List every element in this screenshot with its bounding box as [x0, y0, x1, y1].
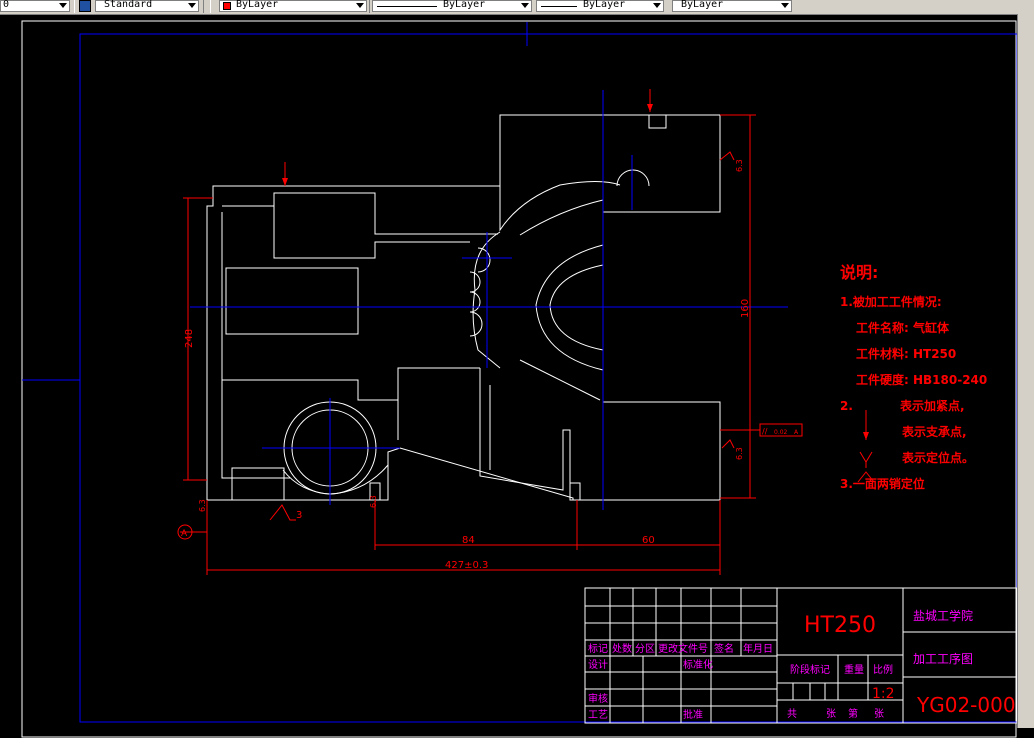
value-dropdown[interactable]: 0: [0, 0, 70, 12]
tb-gengai: 更改文件号: [658, 642, 708, 655]
tb-qianming: 签名: [714, 642, 734, 655]
chevron-down-icon[interactable]: [653, 3, 661, 8]
material-label: HT250: [804, 613, 876, 638]
dim-427: 427±0.3: [445, 560, 488, 571]
tb-bili: 比例: [873, 663, 893, 676]
note-line-2: 工件名称: 气缸体: [856, 320, 950, 335]
color-swatch-icon: [223, 2, 231, 10]
drawing-canvas[interactable]: 248 160 84 60 427±0.3 6.3 6.3 6.3 6.3 A …: [0, 14, 1017, 738]
arrowheads: [282, 104, 869, 440]
datum-label: A: [181, 529, 188, 539]
text-style-group: Standard: [74, 0, 204, 13]
dim-84: 84: [462, 535, 475, 546]
count-label: 3: [296, 510, 302, 521]
linetype-text: ByLayer: [443, 0, 486, 10]
tb-nianyueri: 年月日: [743, 642, 773, 655]
tb-fenqu: 分区: [635, 643, 655, 655]
dim-160: 160: [740, 299, 751, 318]
roughness-2: 6.3: [735, 447, 744, 460]
drawing-number-label: YG02-0001: [916, 693, 1017, 717]
tb-biaoji: 标记: [588, 643, 608, 655]
tb-zhongliang: 重量: [844, 663, 864, 676]
text-style-dropdown[interactable]: Standard: [95, 0, 199, 12]
drawing-name-label: 加工工序图: [913, 651, 973, 666]
plotstyle-dropdown[interactable]: ByLayer: [672, 0, 792, 12]
tb-biaozhunhua: 标准化: [683, 658, 713, 671]
tb-zhang: 张: [826, 708, 836, 720]
roughness-1: 6.3: [735, 159, 744, 172]
note-line-5-num: 2.: [840, 399, 853, 413]
note-line-1: 1.被加工工件情况:: [840, 294, 942, 309]
linetype-preview: [377, 6, 437, 7]
lineweight-text: ByLayer: [583, 0, 626, 10]
tolerance-ref: A: [794, 429, 799, 436]
tb-di: 第: [848, 707, 858, 720]
value-dropdown-text: 0: [3, 0, 10, 10]
vertical-scrollbar[interactable]: [1017, 14, 1034, 728]
linetype-dropdown[interactable]: ByLayer: [372, 0, 532, 12]
dimension-lines: [177, 89, 875, 575]
chevron-down-icon[interactable]: [188, 3, 196, 8]
part-outline: [206, 114, 721, 503]
color-text: ByLayer: [236, 0, 279, 10]
note-line-6: 表示支承点,: [901, 424, 967, 439]
tb-sheji: 设计: [588, 658, 608, 671]
school-label: 盐城工学院: [913, 608, 973, 623]
tb-zhang2: 张: [874, 708, 884, 720]
lineweight-preview: [541, 6, 577, 7]
note-line-5: 表示加紧点,: [899, 398, 965, 413]
text-style-icon[interactable]: [79, 0, 91, 12]
dim-248: 248: [184, 329, 195, 348]
tolerance-value: 0.02: [774, 429, 788, 436]
note-line-4: 工件硬度: HB180-240: [856, 372, 987, 387]
note-line-3: 工件材料: HT250: [856, 346, 956, 361]
chevron-down-icon[interactable]: [59, 3, 67, 8]
tb-jieduan: 阶段标记: [790, 663, 830, 676]
chevron-down-icon[interactable]: [356, 3, 364, 8]
dim-60: 60: [642, 535, 655, 546]
note-heading: 说明:: [840, 263, 878, 282]
tolerance-symbol: //: [762, 427, 768, 436]
tb-shenhe: 审核: [588, 692, 608, 705]
tb-chushu: 处数: [612, 642, 632, 655]
roughness-4: 6.3: [369, 495, 378, 508]
plotstyle-text: ByLayer: [681, 0, 724, 10]
tb-gongyi: 工艺: [588, 709, 608, 721]
text-style-text: Standard: [104, 0, 153, 10]
lineweight-dropdown[interactable]: ByLayer: [536, 0, 664, 12]
chevron-down-icon[interactable]: [781, 3, 789, 8]
note-line-8: 3.一面两销定位: [840, 476, 925, 491]
color-dropdown[interactable]: ByLayer: [219, 0, 367, 12]
tb-pizhun: 批准: [683, 708, 703, 721]
tb-gong: 共: [787, 708, 797, 720]
scale-label: 1:2: [872, 686, 895, 702]
center-lines: [190, 90, 788, 510]
roughness-3: 6.3: [198, 499, 207, 512]
chevron-down-icon[interactable]: [521, 3, 529, 8]
properties-toolbar: 0 Standard ByLayer ByLayer ByLayer ByLay…: [0, 0, 1034, 15]
color-group: ByLayer: [210, 0, 370, 13]
note-line-7: 表示定位点。: [901, 450, 974, 465]
